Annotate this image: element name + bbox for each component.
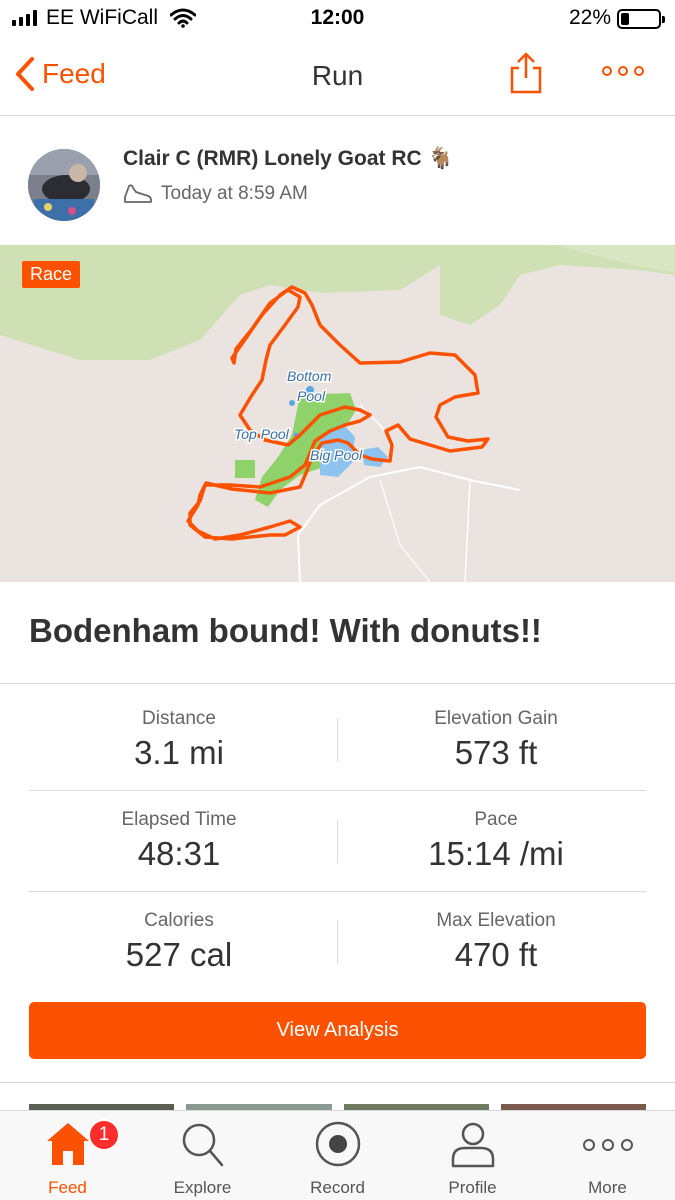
map-canvas: Bottom Pool Top Pool Big Pool (0, 245, 675, 582)
profile-icon (405, 1119, 540, 1169)
share-icon (510, 52, 542, 94)
stat-value: 573 ft (454, 734, 538, 771)
athlete-header: Clair C (RMR) Lonely Goat RC 🐐 Today at … (0, 117, 675, 245)
notification-badge: 1 (88, 1119, 120, 1151)
tab-more[interactable]: More (540, 1111, 675, 1200)
view-analysis-button[interactable]: View Analysis (29, 1002, 646, 1059)
dot-icon (634, 66, 644, 76)
race-badge: Race (22, 261, 81, 288)
tab-record[interactable]: Record (270, 1111, 405, 1200)
tab-explore[interactable]: Explore (135, 1111, 270, 1200)
tab-label: More (588, 1178, 627, 1197)
search-icon (135, 1119, 270, 1169)
battery-fill (621, 13, 629, 25)
route-map[interactable]: Bottom Pool Top Pool Big Pool Race (0, 245, 675, 582)
tab-label: Feed (48, 1178, 87, 1197)
share-button[interactable] (508, 52, 544, 99)
map-label: Bottom (287, 368, 332, 384)
navigation-bar: Feed Run (0, 38, 675, 116)
record-icon (270, 1119, 405, 1169)
stat-max-elevation: Max Elevation 470 ft (346, 910, 646, 974)
stat-label: Pace (474, 809, 518, 830)
dot-icon (602, 66, 612, 76)
divider (0, 1082, 675, 1083)
stat-label: Distance (142, 708, 216, 729)
stat-distance: Distance 3.1 mi (29, 708, 329, 772)
stat-value: 15:14 /mi (428, 835, 564, 872)
more-dots-icon (540, 1119, 675, 1169)
stat-value: 527 cal (125, 936, 233, 973)
tab-bar: 1 Feed Explore Record Profile More (0, 1110, 675, 1200)
stats-row: Elapsed Time 48:31 Pace 15:14 /mi (29, 791, 646, 892)
stats-grid: Distance 3.1 mi Elevation Gain 573 ft El… (29, 690, 646, 993)
battery-icon (617, 9, 665, 29)
battery-percentage: 22% (568, 6, 611, 29)
map-label: Pool (297, 388, 326, 404)
more-options-button[interactable] (602, 66, 644, 76)
stat-value: 470 ft (454, 936, 538, 973)
stat-label: Calories (144, 910, 214, 931)
stats-row: Calories 527 cal Max Elevation 470 ft (29, 892, 646, 993)
stat-label: Max Elevation (436, 910, 556, 931)
tab-feed[interactable]: 1 Feed (0, 1111, 135, 1200)
status-bar: EE WiFiCall 12:00 22% (0, 0, 675, 38)
page-title: Run (311, 60, 364, 91)
tab-label: Explore (173, 1178, 232, 1197)
stat-elevation-gain: Elevation Gain 573 ft (346, 708, 646, 772)
stat-calories: Calories 527 cal (29, 910, 329, 974)
stat-separator (337, 718, 338, 762)
stat-value: 3.1 mi (134, 734, 224, 771)
activity-timestamp: Today at 8:59 AM (161, 183, 308, 204)
shoe-icon (124, 184, 152, 203)
map-label: Top Pool (234, 426, 290, 442)
dot-icon (618, 66, 628, 76)
divider (0, 683, 675, 684)
activity-meta: Today at 8:59 AM (123, 183, 308, 205)
map-label: Big Pool (310, 447, 363, 463)
avatar[interactable] (28, 149, 100, 221)
stats-row: Distance 3.1 mi Elevation Gain 573 ft (29, 690, 646, 791)
stat-pace: Pace 15:14 /mi (346, 809, 646, 873)
stat-label: Elapsed Time (121, 809, 237, 830)
stat-separator (337, 920, 338, 964)
activity-title: Bodenham bound! With donuts!! (29, 612, 542, 649)
tab-label: Profile (448, 1178, 497, 1197)
stat-label: Elevation Gain (434, 708, 558, 729)
athlete-name[interactable]: Clair C (RMR) Lonely Goat RC 🐐 (123, 147, 454, 171)
stat-elapsed-time: Elapsed Time 48:31 (29, 809, 329, 873)
stat-value: 48:31 (137, 835, 221, 872)
stat-separator (337, 819, 338, 863)
tab-label: Record (310, 1178, 365, 1197)
tab-profile[interactable]: Profile (405, 1111, 540, 1200)
